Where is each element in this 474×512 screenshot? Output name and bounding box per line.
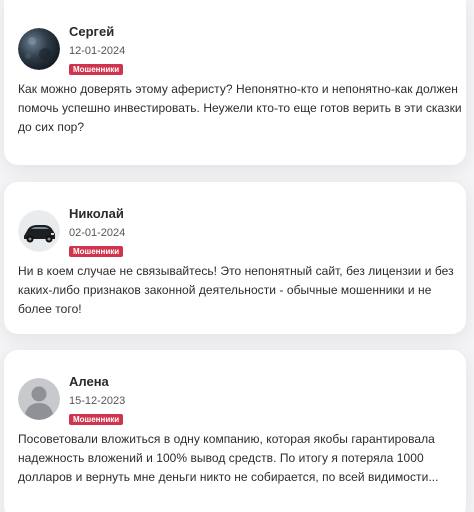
car-avatar-icon <box>18 210 60 252</box>
review-text: Как можно доверять этому аферисту? Непон… <box>18 82 462 134</box>
scam-badge: Мошенники <box>69 246 124 257</box>
dark-planet-avatar-icon <box>18 28 60 70</box>
review-author: Николай <box>69 206 124 221</box>
scam-badge: Мошенники <box>69 64 124 75</box>
review-text: Ни в коем случае не связывайтесь! Это не… <box>18 264 454 316</box>
review-card: Алена 15-12-2023 Мошенники Посоветовали … <box>4 350 466 512</box>
review-date: 12-01-2024 <box>69 45 126 57</box>
review-date: 15-12-2023 <box>69 395 126 407</box>
scam-badge: Мошенники <box>69 414 124 425</box>
review-author: Алена <box>69 374 109 389</box>
review-card: Сергей 12-01-2024 Мошенники Как можно до… <box>4 0 466 165</box>
review-date: 02-01-2024 <box>69 227 126 239</box>
review-text: Посоветовали вложиться в одну компанию, … <box>18 432 439 484</box>
review-author: Сергей <box>69 24 115 39</box>
review-card: Николай 02-01-2024 Мошенники Ни в коем с… <box>4 182 466 334</box>
reviews-list: Сергей 12-01-2024 Мошенники Как можно до… <box>0 0 474 512</box>
default-user-avatar-icon <box>18 378 60 420</box>
